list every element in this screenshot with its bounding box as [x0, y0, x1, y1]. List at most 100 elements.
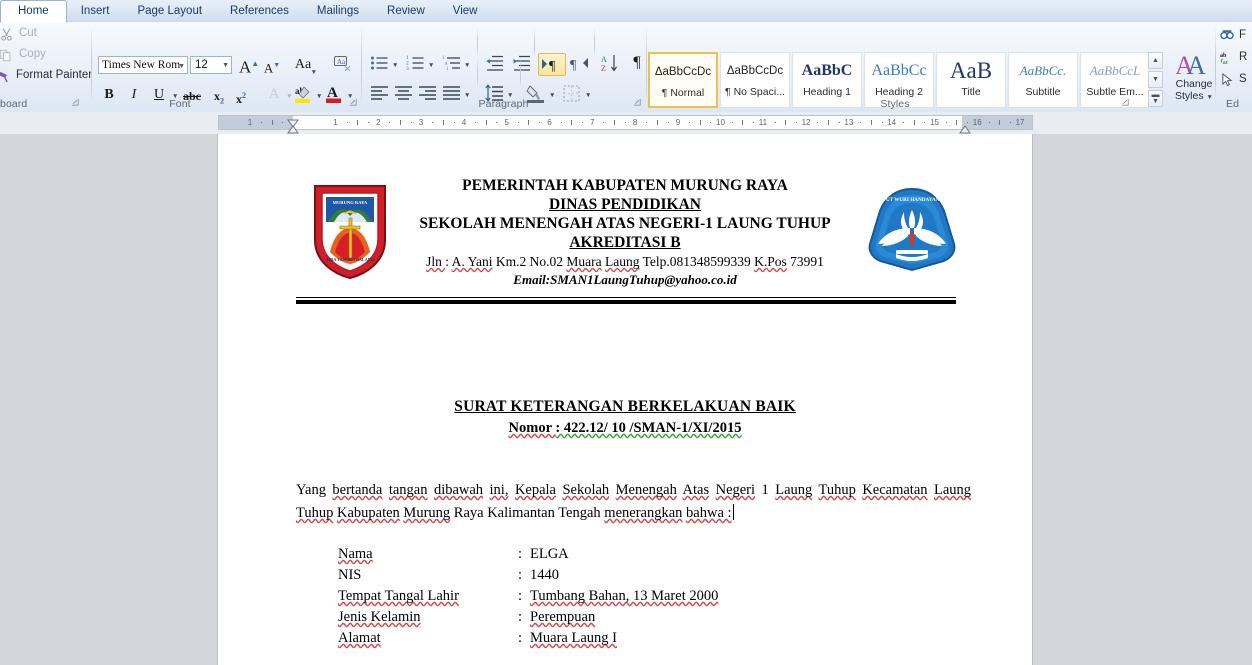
ruler-subtick	[924, 122, 926, 123]
ruler-subtick	[410, 122, 412, 123]
paragraph-run: Laung	[775, 482, 813, 498]
detail-value: 1440	[530, 567, 559, 583]
multilevel-dropdown-arrow[interactable]: ▼	[464, 62, 470, 69]
styles-scroll-down-button[interactable]: ▼	[1148, 71, 1163, 88]
sort-icon[interactable]: AZ	[600, 53, 620, 79]
style-sample: AaB	[949, 58, 993, 83]
letterhead-divider-rule	[296, 297, 956, 304]
ribbon-tab-references[interactable]: References	[216, 1, 303, 22]
shrink-font-icon[interactable]: A▼	[262, 55, 282, 75]
ribbon-tab-view[interactable]: View	[439, 1, 492, 22]
change-case-icon[interactable]: Aa ▼	[291, 55, 317, 76]
ribbon-tab-page-layout[interactable]: Page Layout	[123, 1, 216, 22]
select-icon[interactable]	[1221, 73, 1234, 92]
ruler-subtick	[956, 120, 958, 125]
find-icon[interactable]	[1220, 29, 1234, 47]
multilevel-list-icon[interactable]: 1ai	[442, 54, 461, 78]
find-label[interactable]: F	[1239, 29, 1246, 41]
change-styles-label-line2[interactable]: Styles ▼	[1172, 90, 1216, 104]
letterhead-email: Email:SMAN1LaungTuhup@yahoo.co.id	[513, 272, 737, 287]
letterhead-line-2: DINAS PENDIDIKAN	[548, 196, 701, 213]
font-dialog-launcher[interactable]	[348, 98, 359, 109]
replace-label[interactable]: R	[1239, 51, 1247, 63]
clear-formatting-icon[interactable]: Aa	[332, 54, 352, 79]
address-run: A. Yani	[451, 254, 493, 269]
ruler-subtick	[731, 122, 733, 123]
svg-text:1: 1	[442, 56, 445, 61]
style-sample: AaBbCc	[871, 62, 927, 79]
ruler-subtick	[881, 122, 883, 123]
style-sample: AaBbC	[801, 62, 853, 79]
ribbon-tab-bar: Home Insert Page Layout References Mailings R…	[0, 0, 1252, 23]
increase-indent-icon[interactable]	[512, 54, 531, 78]
ruler-tick-12: 12	[801, 118, 811, 127]
font-size-input[interactable]: 12 ▼	[190, 56, 232, 74]
ruler-subtick	[1009, 122, 1011, 123]
replace-icon[interactable]: ab ac	[1220, 51, 1234, 70]
change-styles-label-line1[interactable]: Change	[1172, 78, 1216, 90]
detail-key: Jenis Kelamin	[338, 609, 421, 625]
grow-font-icon[interactable]: A▲	[239, 53, 259, 77]
numbering-icon[interactable]: 123	[406, 54, 425, 78]
svg-text:¶: ¶	[549, 59, 556, 74]
svg-text:ab: ab	[1220, 53, 1227, 59]
detail-key: Alamat	[338, 630, 381, 646]
svg-text:i: i	[447, 67, 449, 72]
paragraph-run: Kabupaten	[336, 505, 400, 521]
ruler-subtick	[517, 122, 519, 123]
bullets-dropdown-arrow[interactable]: ▼	[392, 62, 398, 69]
ruler-subtick	[988, 122, 990, 123]
show-formatting-marks-icon[interactable]: ¶	[628, 52, 646, 74]
document-intro-paragraph[interactable]: Yang bertanda tangan dibawah ini, Kepala…	[296, 479, 971, 525]
styles-dialog-launcher[interactable]	[1120, 98, 1131, 109]
ruler-subtick	[432, 122, 434, 123]
ruler-subtick	[817, 122, 819, 123]
horizontal-ruler[interactable]: 1 1 2 3 4 5 6 7 8 9 10 11 12 13 14 15 16 17	[218, 115, 1033, 130]
ruler-subtick	[742, 120, 744, 125]
paragraph-run: Kecamatan	[862, 482, 928, 498]
detail-value: ELGA	[530, 546, 569, 562]
document-page[interactable]: MURUNG RAYA TIRA TANGKA BALANG TUT WURI …	[218, 134, 1032, 665]
group-divider	[646, 26, 647, 104]
ribbon: Cut Copy Format Painter board Times New …	[0, 22, 1252, 113]
ribbon-group-paragraph: ▼ 123 ▼ 1ai ▼ ¶ ¶ A Z ¶ ▼ ▼ ▼ ▼ Paragrap…	[362, 22, 645, 111]
letterhead-line-1: PEMERINTAH KABUPATEN MURUNG RAYA	[462, 177, 788, 194]
paragraph-run: Sekolah	[562, 482, 610, 498]
ribbon-tab-mailings[interactable]: Mailings	[303, 1, 373, 22]
letterhead-block: PEMERINTAH KABUPATEN MURUNG RAYA DINAS P…	[218, 176, 1032, 289]
ruler-subtick	[560, 122, 562, 123]
letterhead-line-3: SEKOLAH MENENGAH ATAS NEGERI-1 LAUNG TUH…	[419, 215, 831, 232]
ruler-subtick	[442, 120, 444, 125]
ruler-subtick	[346, 122, 348, 123]
ruler-subtick	[400, 120, 401, 125]
right-indent-marker[interactable]	[959, 121, 971, 134]
address-run: Jln	[426, 254, 446, 269]
paragraph-run: Negeri	[715, 482, 756, 498]
change-styles-dropdown-arrow[interactable]: ▼	[1207, 94, 1213, 101]
bullets-icon[interactable]	[370, 54, 389, 78]
font-name-input[interactable]: Times New Rom ▼	[98, 56, 188, 74]
ruler-tick-7: 7	[590, 118, 595, 127]
font-size-dropdown-arrow[interactable]: ▼	[222, 57, 229, 75]
ruler-subtick	[656, 120, 658, 125]
svg-text:3: 3	[406, 66, 409, 72]
ruler-subtick	[753, 122, 755, 123]
ruler-subtick	[271, 120, 273, 125]
styles-scroll-up-button[interactable]: ▲	[1148, 52, 1163, 69]
ribbon-tab-insert[interactable]: Insert	[67, 1, 124, 22]
ribbon-tab-review[interactable]: Review	[373, 1, 439, 22]
paragraph-run: Laung	[934, 482, 972, 498]
ruler-subtick	[474, 122, 476, 123]
ribbon-tab-home[interactable]: Home	[0, 0, 67, 23]
ruler-subtick	[496, 122, 498, 123]
decrease-indent-icon[interactable]	[485, 54, 504, 78]
font-name-dropdown-arrow[interactable]: ▼	[178, 57, 185, 73]
ruler-subtick	[614, 120, 615, 125]
select-label[interactable]: S	[1239, 73, 1247, 85]
rtl-text-direction-button[interactable]: ¶	[569, 54, 593, 78]
numbering-dropdown-arrow[interactable]: ▼	[428, 62, 434, 69]
letterhead-address: Jln : A. Yani Km.2 No.02 Muara Laung Tel…	[218, 252, 1032, 271]
ruler-tick-2: 2	[376, 118, 381, 127]
mini-divider	[594, 28, 595, 58]
ltr-text-direction-button[interactable]: ¶	[538, 53, 566, 76]
